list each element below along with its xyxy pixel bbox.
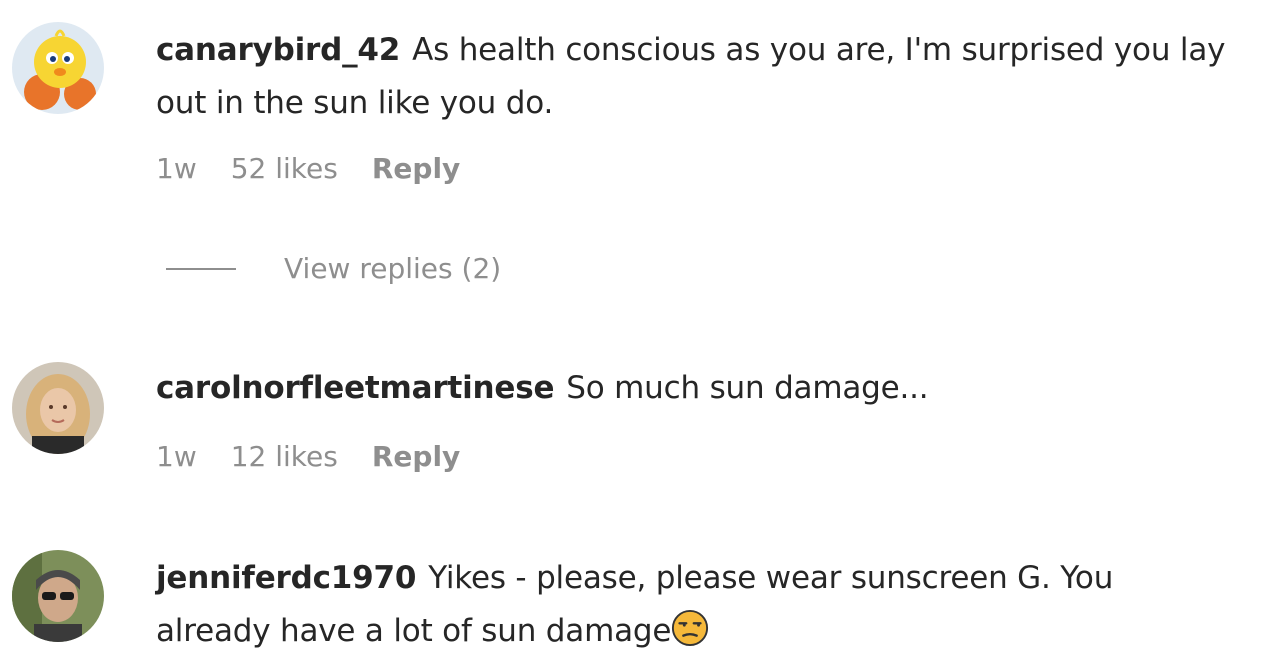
comment-body: So much sun damage... <box>566 370 929 406</box>
divider-line <box>166 267 236 270</box>
avatar[interactable] <box>12 22 104 114</box>
comment-text: canarybird_42 As health conscious as you … <box>156 24 1236 130</box>
like-count[interactable]: 12 likes <box>231 440 338 473</box>
timestamp[interactable]: 1w <box>156 152 197 185</box>
person-sunglasses-avatar-icon <box>12 550 104 642</box>
username-link[interactable]: jenniferdc1970 <box>156 560 416 596</box>
username-link[interactable]: canarybird_42 <box>156 32 400 68</box>
reply-button[interactable]: Reply <box>372 440 460 473</box>
username-link[interactable]: carolnorfleetmartinese <box>156 370 554 406</box>
view-replies-label: View replies (2) <box>284 252 502 285</box>
comment-text: jenniferdc1970 Yikes - please, please wea… <box>156 552 1236 658</box>
comment-meta: 1w 12 likes Reply <box>156 440 460 473</box>
view-replies-button[interactable]: View replies (2) <box>166 252 501 285</box>
timestamp[interactable]: 1w <box>156 440 197 473</box>
unamused-face-emoji-icon <box>672 609 709 647</box>
woman-portrait-avatar-icon <box>12 362 104 454</box>
avatar[interactable] <box>12 362 104 454</box>
like-count[interactable]: 52 likes <box>231 152 338 185</box>
reply-button[interactable]: Reply <box>372 152 460 185</box>
canary-avatar-icon <box>12 22 104 114</box>
comment-meta: 1w 52 likes Reply <box>156 152 460 185</box>
comment-text: carolnorfleetmartinese So much sun damage… <box>156 362 1236 415</box>
avatar[interactable] <box>12 550 104 642</box>
